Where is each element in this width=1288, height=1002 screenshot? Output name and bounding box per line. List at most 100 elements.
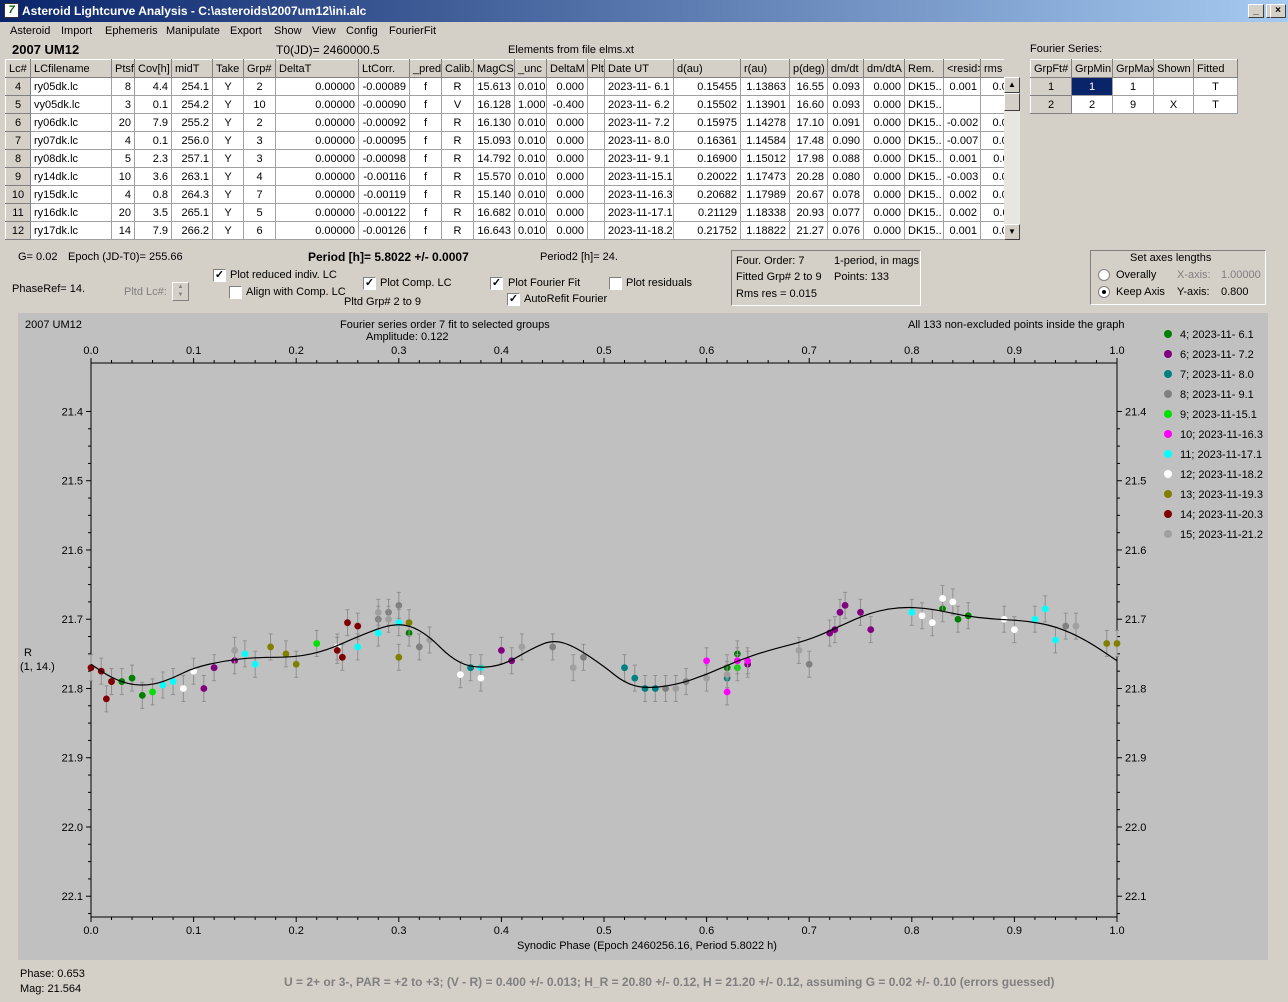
- data-point: [836, 608, 844, 616]
- legend-marker: [1164, 410, 1172, 418]
- x-tick-label-bottom: 0.9: [1007, 925, 1022, 937]
- legend-marker: [1164, 490, 1172, 498]
- x-tick-label-top: 0.4: [494, 345, 509, 357]
- data-point: [313, 640, 321, 647]
- x-tick-label-bottom: 0.5: [596, 925, 611, 937]
- x-tick-label-top: 0.9: [1007, 345, 1022, 357]
- data-point: [672, 685, 680, 692]
- data-point: [128, 674, 136, 682]
- legend-label: 4; 2023-11- 6.1: [1180, 329, 1254, 341]
- data-point: [149, 688, 156, 696]
- data-point: [518, 643, 526, 651]
- y-tick-label-left: 22.0: [62, 822, 83, 834]
- legend-label: 13; 2023-11-19.3: [1180, 489, 1263, 501]
- data-point: [1052, 636, 1059, 644]
- x-tick-label-bottom: 0.4: [494, 925, 509, 937]
- data-point: [200, 685, 208, 692]
- y-tick-label-left: 21.7: [62, 614, 83, 626]
- data-point: [1041, 605, 1049, 613]
- legend-marker: [1164, 390, 1172, 398]
- y-tick-label-left: 21.6: [62, 545, 83, 557]
- data-point: [395, 653, 403, 661]
- data-point: [1103, 640, 1111, 647]
- data-point: [338, 653, 346, 661]
- data-point: [631, 674, 639, 682]
- legend-label: 15; 2023-11-21.2: [1180, 529, 1263, 541]
- x-tick-label-top: 0.0: [83, 345, 98, 357]
- y-tick-label-right: 21.9: [1125, 753, 1146, 765]
- lightcurve-chart: 0.0 0.0 0.1 0.1 0.2 0.2 0.3 0.3 0.4 0.4 0.5 0.5 0.6 0…: [62, 329, 1263, 937]
- data-point: [805, 660, 813, 668]
- legend-marker: [1164, 370, 1172, 378]
- status-info: U = 2+ or 3-, PAR = +2 to +3; (V - R) = …: [284, 975, 1055, 989]
- data-point: [841, 601, 849, 609]
- data-point: [795, 646, 803, 654]
- x-tick-label-top: 0.7: [802, 345, 817, 357]
- legend-marker: [1164, 470, 1172, 478]
- data-point: [723, 688, 731, 696]
- data-point: [374, 629, 382, 637]
- data-point: [621, 664, 628, 672]
- plot-frame: [90, 362, 1118, 918]
- y-tick-label-right: 21.5: [1125, 476, 1146, 488]
- x-tick-label-top: 0.8: [904, 345, 919, 357]
- legend-marker: [1164, 330, 1172, 338]
- data-point: [477, 674, 485, 682]
- data-point: [928, 619, 936, 627]
- data-point: [498, 646, 505, 654]
- legend-marker: [1164, 350, 1172, 358]
- data-point: [723, 671, 731, 679]
- data-point: [354, 643, 362, 651]
- data-point: [138, 692, 146, 699]
- y-tick-label-right: 22.0: [1125, 822, 1146, 834]
- x-tick-label-top: 1.0: [1109, 345, 1124, 357]
- data-point: [282, 650, 290, 658]
- data-point: [374, 608, 382, 616]
- y-tick-label-left: 21.9: [62, 753, 83, 765]
- x-tick-label-bottom: 0.1: [186, 925, 201, 937]
- legend-label: 8; 2023-11- 9.1: [1180, 389, 1254, 401]
- legend-label: 11; 2023-11-17.1: [1180, 449, 1262, 461]
- data-point: [918, 612, 926, 620]
- data-point: [1011, 626, 1018, 634]
- data-point: [569, 664, 577, 672]
- x-tick-label-bottom: 1.0: [1109, 925, 1124, 937]
- data-point: [867, 626, 875, 634]
- legend-marker: [1164, 450, 1172, 458]
- data-point: [703, 657, 710, 665]
- legend-marker: [1164, 510, 1172, 518]
- data-point: [949, 598, 957, 606]
- status-phase: Phase: 0.653: [20, 968, 85, 980]
- legend-label: 9; 2023-11-15.1: [1180, 409, 1257, 421]
- legend-marker: [1164, 430, 1172, 438]
- data-point: [580, 653, 587, 661]
- data-point: [1113, 640, 1121, 647]
- data-point: [344, 619, 351, 627]
- y-tick-label-right: 22.1: [1125, 891, 1146, 903]
- data-point: [549, 643, 557, 651]
- y-tick-label-left: 21.4: [62, 406, 83, 418]
- data-point: [108, 678, 115, 685]
- data-point: [954, 615, 962, 623]
- x-tick-label-top: 0.6: [699, 345, 714, 357]
- legend-label: 10; 2023-11-16.3: [1180, 429, 1263, 441]
- data-point: [354, 622, 362, 630]
- data-point: [651, 685, 659, 692]
- data-point: [251, 660, 259, 668]
- data-point: [641, 685, 649, 692]
- data-point: [908, 608, 916, 616]
- data-point: [385, 615, 392, 623]
- x-tick-label-bottom: 0.3: [391, 925, 406, 937]
- data-point: [210, 664, 218, 672]
- x-tick-label-bottom: 0.6: [699, 925, 714, 937]
- status-mag: Mag: 21.564: [20, 983, 82, 995]
- data-point: [231, 646, 239, 654]
- x-tick-label-bottom: 0.7: [802, 925, 817, 937]
- legend-label: 6; 2023-11- 7.2: [1180, 349, 1254, 361]
- data-point: [1062, 622, 1070, 630]
- data-point: [456, 671, 464, 679]
- data-point: [1072, 622, 1080, 630]
- y-tick-label-right: 21.7: [1125, 614, 1146, 626]
- legend-marker: [1164, 530, 1172, 538]
- y-tick-label-left: 21.8: [62, 683, 83, 695]
